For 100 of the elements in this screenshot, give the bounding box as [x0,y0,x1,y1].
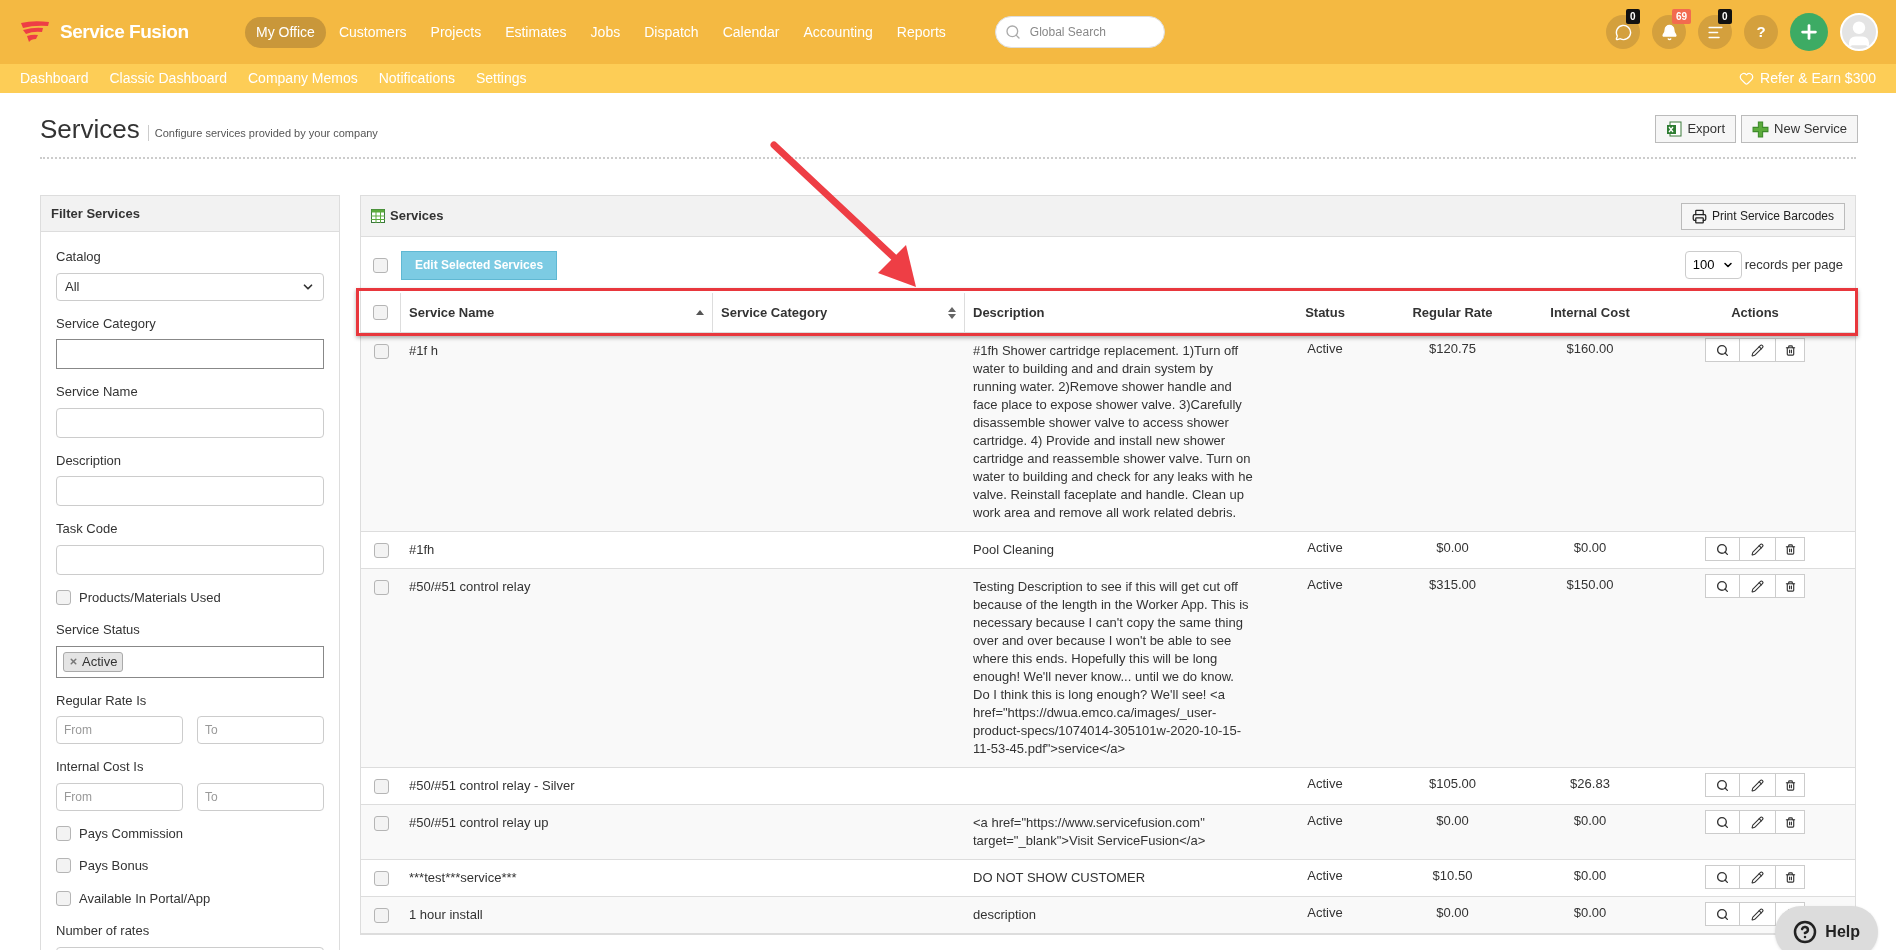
nav-tab[interactable]: Customers [327,16,418,48]
search-icon [1716,870,1729,884]
field-label: Catalog [56,248,102,266]
service-name: #50/#51 control relay - Silver [409,778,575,793]
header-checkbox[interactable] [373,305,388,320]
edit-button[interactable] [1740,902,1775,926]
service-description: #1fh Shower cartridge replacement. 1)Turn off water to building and and drain system by running water. 2)Remove shower handle and face place to expose shower valve. 3)Carefully disassemble shower valve to access shower cartridge. 4) Provide and install new shower cartridge and reassemble shower valve. Turn on water to building and check for any leaks with he valve. Reinstall faceplate and handle. Clean up work area and remove all work related debris. [973,343,1253,520]
pencil-icon [1751,815,1764,829]
view-button[interactable] [1705,773,1740,797]
sort-ascending-icon[interactable] [696,310,704,315]
row-checkbox[interactable] [373,543,389,558]
view-button[interactable] [1705,810,1740,834]
internal-cost: $160.00 [1566,341,1614,356]
row-checkbox[interactable] [373,816,389,831]
view-button[interactable] [1705,865,1740,889]
count-badge: 0 [1718,9,1732,24]
field-label: Service Status [56,621,141,639]
catalog-select[interactable]: All [56,272,324,301]
checkbox[interactable] [56,825,71,841]
text-field[interactable] [56,339,324,369]
row-checkbox[interactable] [373,580,389,595]
row-checkbox[interactable] [373,344,389,359]
nav-tab[interactable]: Projects [419,16,493,48]
row-checkbox[interactable] [373,871,389,886]
service-description: description [973,907,1036,922]
service-name: #50/#51 control relay [409,579,531,594]
row-checkbox[interactable] [373,779,389,794]
tag-field[interactable]: Active [56,645,324,678]
view-button[interactable] [1705,338,1740,362]
column-header[interactable]: Service Category [713,293,965,332]
range-field[interactable]: From [56,782,183,811]
delete-button[interactable] [1775,537,1805,561]
edit-button[interactable] [1740,773,1775,797]
column-header: Status [1304,303,1346,322]
edit-button[interactable] [1740,810,1775,834]
delete-button[interactable] [1775,865,1805,889]
edit-button[interactable] [1740,865,1775,889]
checkbox[interactable] [56,589,71,605]
add-button[interactable] [1790,13,1828,51]
column-header: Actions [1730,303,1780,322]
trash-icon [1784,816,1796,828]
service-description: DO NOT SHOW CUSTOMER [973,870,1146,885]
nav-tab[interactable]: Reports [885,16,957,48]
service-description: <a href="https://www.servicefusion.com" target="_blank">Visit ServiceFusion</a> [973,815,1206,848]
edit-button[interactable] [1740,338,1775,362]
row-checkbox[interactable] [373,908,389,923]
range-field[interactable]: From [56,716,183,744]
nav-tab[interactable]: Estimates [494,16,578,48]
range-field[interactable]: To [197,782,324,811]
help-button[interactable]: ? [1744,15,1778,49]
delete-button[interactable] [1775,810,1805,834]
trash-icon [1784,543,1796,555]
internal-cost: $0.00 [1573,813,1607,828]
checkbox[interactable] [56,858,71,874]
view-button[interactable] [1705,574,1740,598]
count-badge: 0 [1626,9,1640,24]
remove-icon[interactable] [69,657,78,666]
help-toast[interactable]: Help [1775,906,1878,950]
sort-icon[interactable] [948,306,956,319]
new-service-button[interactable]: New Service [1741,115,1858,143]
delete-button[interactable] [1775,338,1805,362]
nav-tab[interactable]: Jobs [579,16,632,48]
per-page-select[interactable]: 100 [1684,251,1742,279]
status-text: Active [1307,905,1343,920]
delete-button[interactable] [1775,574,1805,598]
text-field[interactable] [56,476,324,506]
sub-nav-link[interactable]: Company Memos [248,68,358,89]
view-button[interactable] [1705,902,1740,926]
delete-button[interactable] [1775,773,1805,797]
edit-button[interactable] [1740,574,1775,598]
sub-nav-link[interactable]: Notifications [378,68,455,89]
edit-selected-button[interactable]: Edit Selected Services [401,250,558,280]
print-barcodes-button[interactable]: Print Service Barcodes [1680,202,1845,230]
text-field[interactable] [56,544,324,575]
regular-rate: $0.00 [1436,905,1469,920]
nav-tab[interactable]: My Office [245,16,326,48]
status-text: Active [1307,540,1343,555]
edit-button[interactable] [1740,537,1775,561]
search-field[interactable]: Global Search [994,16,1165,48]
range-field[interactable]: To [197,716,324,744]
trash-icon [1784,580,1796,592]
export-button[interactable]: Export [1655,115,1737,143]
refer-link[interactable]: Refer & Earn $300 [1739,68,1876,89]
column-header[interactable]: Service Name [401,293,713,332]
internal-cost: $0.00 [1573,868,1607,883]
field-label: Regular Rate Is [56,691,148,710]
internal-cost: $26.83 [1570,776,1610,791]
select-all-checkbox[interactable] [373,257,388,273]
sub-nav-link[interactable]: Dashboard [20,68,89,89]
text-field[interactable] [56,407,324,438]
view-button[interactable] [1705,537,1740,561]
nav-tab[interactable]: Calendar [711,16,791,48]
checkbox[interactable] [56,890,71,906]
trash-icon [1784,344,1796,356]
status-tag[interactable]: Active [63,651,124,672]
nav-tab[interactable]: Dispatch [633,16,710,48]
nav-tab[interactable]: Accounting [792,16,884,48]
sub-nav-link[interactable]: Settings [475,68,527,89]
sub-nav-link[interactable]: Classic Dashboard [109,68,227,89]
brand-name[interactable]: Service Fusion [60,17,189,47]
